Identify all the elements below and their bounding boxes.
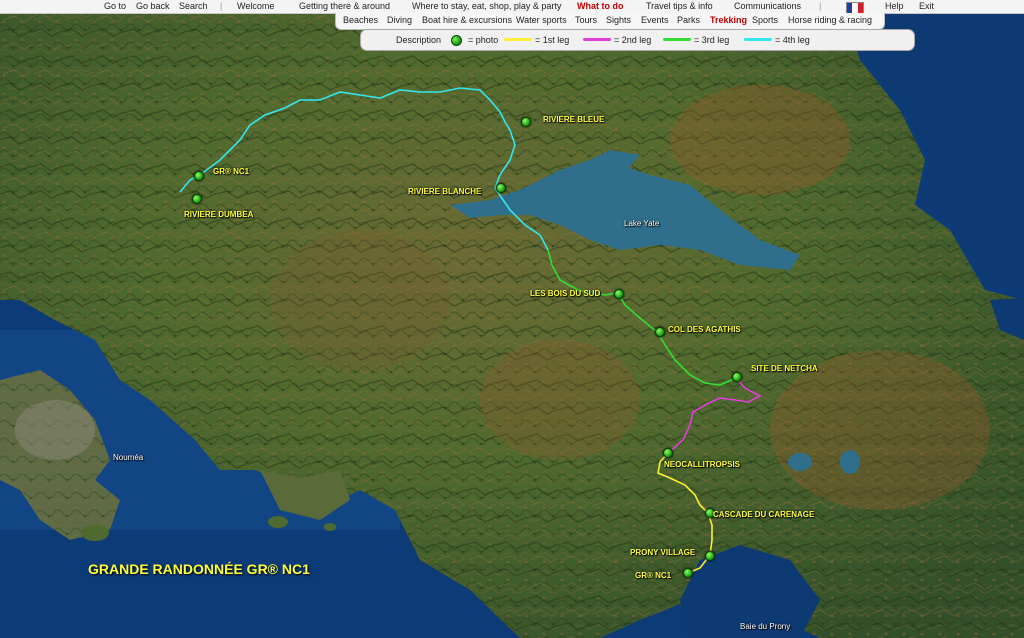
label-riviere-blanche: RIVIERE BLANCHE: [408, 187, 482, 196]
submenu-sights[interactable]: Sights: [606, 13, 631, 28]
legend-description[interactable]: Description: [396, 30, 441, 50]
legend-bar: Description = photo = 1st leg = 2nd leg …: [360, 29, 915, 51]
photo-marker-prony-village[interactable]: [705, 551, 715, 561]
menu-separator-2: |: [819, 1, 822, 11]
menu-where-to-stay[interactable]: Where to stay, eat, shop, play & party: [412, 0, 561, 13]
menu-travel-tips[interactable]: Travel tips & info: [646, 0, 713, 13]
menu-search[interactable]: Search: [179, 0, 208, 13]
sub-menu: Beaches Diving Boat hire & excursions Wa…: [335, 13, 885, 30]
submenu-water-sports[interactable]: Water sports: [516, 13, 567, 28]
map-title: GRANDE RANDONNÉE GR® NC1: [88, 561, 310, 577]
submenu-sports[interactable]: Sports: [752, 13, 778, 28]
menu-getting-there[interactable]: Getting there & around: [299, 0, 390, 13]
submenu-events[interactable]: Events: [641, 13, 669, 28]
photo-marker-riviere-blanche[interactable]: [496, 183, 506, 193]
submenu-trekking[interactable]: Trekking: [710, 13, 747, 28]
label-neocallitropsis: NEOCALLITROPSIS: [664, 460, 741, 469]
menu-exit[interactable]: Exit: [919, 0, 934, 13]
label-lake-yate: Lake Yate: [624, 219, 660, 228]
legend-4th-leg-swatch: [744, 38, 772, 41]
legend-photo: = photo: [468, 35, 499, 45]
menu-go-back[interactable]: Go back: [136, 0, 170, 13]
photo-marker-gr-nc1-south[interactable]: [683, 568, 693, 578]
menu-separator: |: [220, 1, 223, 11]
legend-2nd-leg: = 2nd leg: [614, 35, 652, 45]
photo-marker-col-des-agathis[interactable]: [655, 327, 665, 337]
label-les-bois-du-sud: LES BOIS DU SUD: [530, 289, 601, 298]
submenu-horse-riding[interactable]: Horse riding & racing: [788, 13, 872, 28]
submenu-boat-hire[interactable]: Boat hire & excursions: [422, 13, 512, 28]
legend-3rd-leg-swatch: [663, 38, 691, 41]
label-riviere-dumbea: RIVIERE DUMBEA: [184, 210, 254, 219]
submenu-tours[interactable]: Tours: [575, 13, 597, 28]
photo-marker-site-de-netcha[interactable]: [732, 372, 742, 382]
submenu-beaches[interactable]: Beaches: [343, 13, 378, 28]
label-gr-nc1-south: GR® NC1: [635, 571, 672, 580]
label-gr-nc1-north: GR® NC1: [213, 167, 250, 176]
photo-marker-riviere-bleue[interactable]: [521, 117, 531, 127]
top-menu: Go to Go back Search | Welcome Getting t…: [0, 0, 1024, 14]
trek-map: GR® NC1 RIVIERE DUMBEA RIVIERE BLEUE RIV…: [0, 0, 1024, 638]
label-riviere-bleue: RIVIERE BLEUE: [543, 115, 605, 124]
photo-marker-gr-nc1-north[interactable]: [194, 171, 204, 181]
label-col-des-agathis: COL DES AGATHIS: [668, 325, 741, 334]
menu-communications[interactable]: Communications: [734, 0, 801, 13]
satellite-map: [0, 0, 1024, 638]
legend-3rd-leg: = 3rd leg: [694, 35, 730, 45]
menu-go-to[interactable]: Go to: [104, 0, 126, 13]
label-noumea: Nouméa: [113, 453, 144, 462]
legend-1st-leg: = 1st leg: [535, 35, 570, 45]
legend-4th-leg: = 4th leg: [775, 35, 810, 45]
submenu-parks[interactable]: Parks: [677, 13, 700, 28]
label-cascade-du-carenage: CASCADE DU CARENAGE: [713, 510, 815, 519]
legend-1st-leg-swatch: [504, 38, 532, 41]
photo-marker-icon: [451, 35, 462, 46]
menu-what-to-do[interactable]: What to do: [577, 0, 624, 13]
submenu-diving[interactable]: Diving: [387, 13, 412, 28]
photo-marker-neocallitropsis[interactable]: [663, 448, 673, 458]
menu-help[interactable]: Help: [885, 0, 904, 13]
legend-2nd-leg-swatch: [583, 38, 611, 41]
label-baie-du-prony: Baie du Prony: [740, 622, 791, 631]
photo-marker-les-bois-du-sud[interactable]: [614, 289, 624, 299]
label-prony-village: PRONY VILLAGE: [630, 548, 696, 557]
photo-marker-riviere-dumbea[interactable]: [192, 194, 202, 204]
menu-welcome[interactable]: Welcome: [237, 0, 274, 13]
label-site-de-netcha: SITE DE NETCHA: [751, 364, 818, 373]
